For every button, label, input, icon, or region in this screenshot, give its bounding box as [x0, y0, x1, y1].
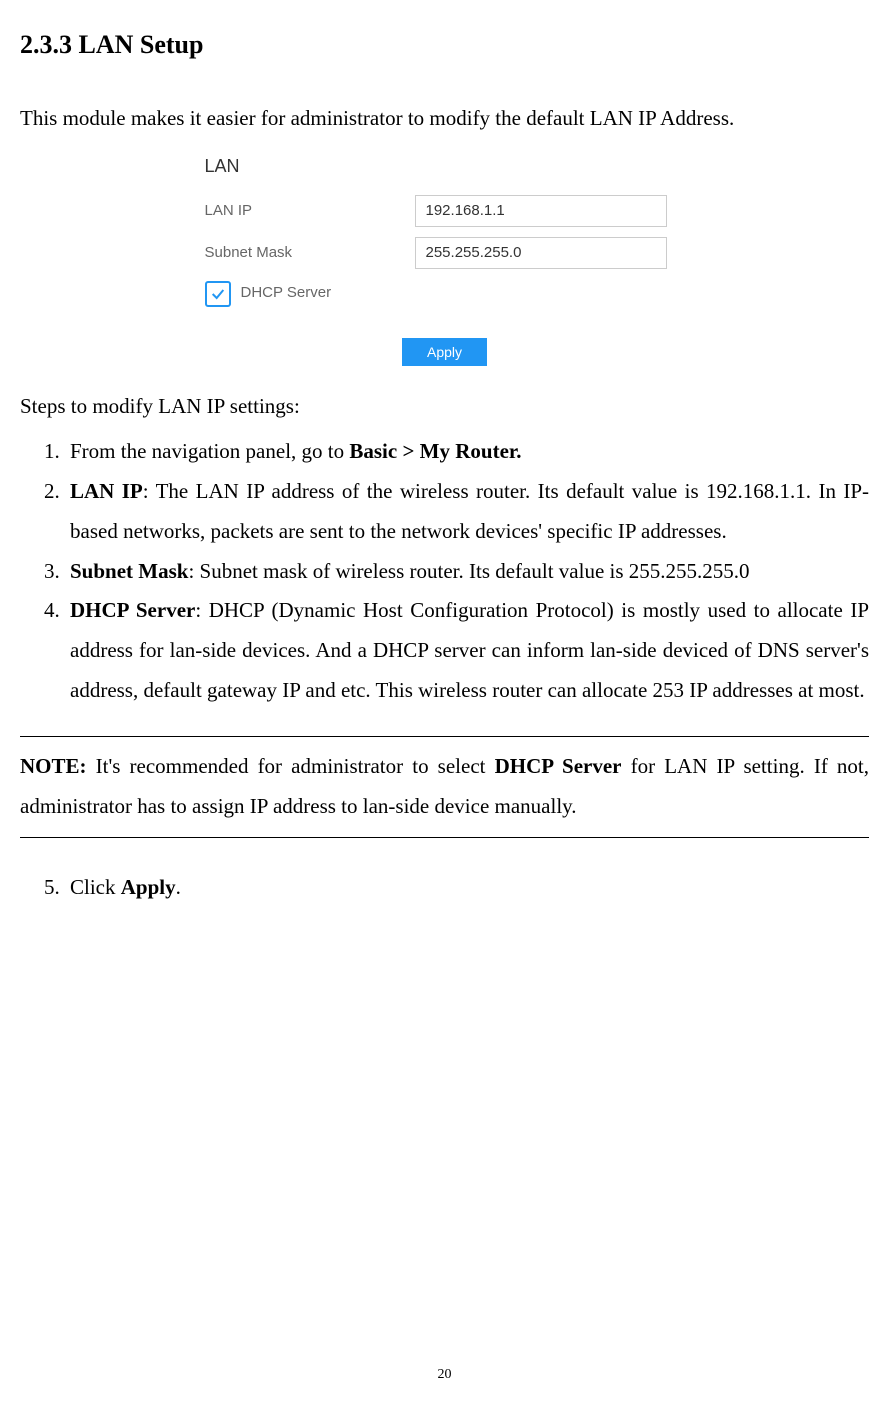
step-4: DHCP Server: DHCP (Dynamic Host Configur…: [65, 591, 869, 711]
dhcp-server-checkbox[interactable]: [205, 281, 231, 307]
note-label: NOTE:: [20, 754, 87, 778]
section-heading: 2.3.3 LAN Setup: [20, 20, 869, 69]
note-box: NOTE: It's recommended for administrator…: [20, 736, 869, 838]
steps-intro: Steps to modify LAN IP settings:: [20, 387, 869, 427]
panel-title: LAN: [205, 149, 685, 183]
step-3-text: : Subnet mask of wireless router. Its de…: [188, 559, 749, 583]
page-number: 20: [438, 1362, 452, 1389]
lan-setup-screenshot: LAN LAN IP 192.168.1.1 Subnet Mask 255.2…: [205, 149, 685, 366]
step-2-text: : The LAN IP address of the wireless rou…: [70, 479, 869, 543]
step-5-text: Click: [70, 875, 121, 899]
step-5-bold: Apply: [121, 875, 176, 899]
note-pre-text: It's recommended for administrator to se…: [87, 754, 495, 778]
step-3-bold: Subnet Mask: [70, 559, 188, 583]
intro-paragraph: This module makes it easier for administ…: [20, 99, 869, 139]
lan-ip-label: LAN IP: [205, 197, 415, 226]
steps-list: From the navigation panel, go to Basic >…: [20, 432, 869, 711]
steps-list-continued: Click Apply.: [20, 868, 869, 908]
step-1-text: From the navigation panel, go to: [70, 439, 349, 463]
step-4-bold: DHCP Server: [70, 598, 195, 622]
note-bold: DHCP Server: [495, 754, 622, 778]
step-5-post: .: [176, 875, 181, 899]
subnet-mask-label: Subnet Mask: [205, 239, 415, 268]
apply-button[interactable]: Apply: [402, 338, 487, 366]
checkmark-icon: [210, 286, 226, 302]
step-2-bold: LAN IP: [70, 479, 143, 503]
lan-ip-input[interactable]: 192.168.1.1: [415, 195, 667, 227]
step-2: LAN IP: The LAN IP address of the wirele…: [65, 472, 869, 552]
step-3: Subnet Mask: Subnet mask of wireless rou…: [65, 552, 869, 592]
step-5: Click Apply.: [65, 868, 869, 908]
step-1-bold: Basic > My Router.: [349, 439, 521, 463]
subnet-mask-input[interactable]: 255.255.255.0: [415, 237, 667, 269]
step-1: From the navigation panel, go to Basic >…: [65, 432, 869, 472]
dhcp-server-label: DHCP Server: [241, 279, 332, 308]
